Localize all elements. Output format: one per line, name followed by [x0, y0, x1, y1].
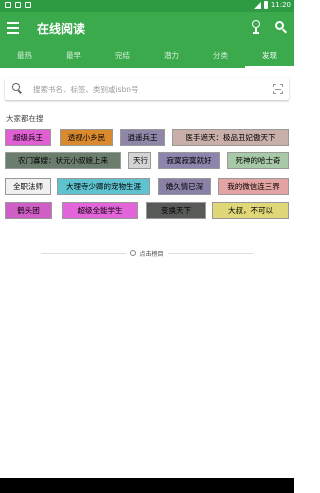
tab-category[interactable]: 分类	[196, 46, 245, 68]
tab-completed[interactable]: 完结	[98, 46, 147, 68]
search-tag[interactable]: 鹤头团	[5, 202, 52, 219]
tab-hot[interactable]: 最热	[0, 46, 49, 68]
load-more[interactable]: 点击榜目	[0, 247, 294, 259]
search-tag[interactable]: 超级兵王	[5, 129, 51, 146]
search-input[interactable]	[33, 82, 253, 96]
tab-bar: 最热 最早 完结 潜力 分类 发现	[0, 46, 294, 68]
app-bar: 在线阅读	[0, 12, 294, 46]
notification-icon	[5, 2, 11, 8]
battery-icon	[263, 1, 268, 9]
tab-discover[interactable]: 发现	[245, 46, 294, 68]
search-tag[interactable]: 变换天下	[146, 202, 206, 219]
load-more-label: 点击榜目	[139, 250, 164, 258]
sync-icon	[25, 2, 31, 8]
tab-potential[interactable]: 潜力	[147, 46, 196, 68]
notification-icons	[5, 2, 31, 8]
status-bar: 11:20	[0, 0, 294, 12]
search-tag[interactable]: 死神的哈士奇	[227, 152, 289, 169]
lightbulb-icon[interactable]	[251, 19, 261, 37]
search-tag[interactable]: 大理寺少卿的宠物生涯	[57, 178, 150, 195]
menu-icon[interactable]	[7, 22, 19, 34]
search-box[interactable]	[5, 78, 289, 100]
search-tag[interactable]: 透视小乡民	[60, 129, 113, 146]
search-tag[interactable]: 逍遥兵王	[120, 129, 165, 146]
search-tag[interactable]: 医手遮天：极品丑妃傲天下	[172, 129, 289, 146]
system-nav-bar	[0, 478, 294, 493]
search-icon[interactable]	[275, 21, 289, 35]
search-icon	[12, 83, 24, 95]
section-title: 大家都在搜	[6, 114, 44, 123]
signal-icon	[253, 1, 261, 9]
status-time: 11:20	[270, 1, 291, 9]
search-tag[interactable]: 婚久情已深	[158, 178, 211, 195]
tab-earliest[interactable]: 最早	[49, 46, 98, 68]
search-tag[interactable]: 超级全能学生	[62, 202, 138, 219]
search-tag[interactable]: 农门寡嫂：状元小叔娘上来	[5, 152, 121, 169]
search-tag[interactable]: 全职法师	[5, 178, 51, 195]
scan-icon[interactable]	[273, 84, 283, 94]
app-title: 在线阅读	[37, 22, 86, 36]
search-tag[interactable]: 我的微信连三界	[218, 178, 289, 195]
search-tag[interactable]: 大叔，不可以	[212, 202, 289, 219]
refresh-icon	[130, 250, 137, 256]
divider	[167, 252, 253, 254]
divider	[41, 252, 127, 254]
search-tag[interactable]: 寂寞寂寞就好	[158, 152, 220, 169]
search-tag[interactable]: 天行	[128, 152, 151, 169]
notification-icon	[15, 2, 21, 8]
